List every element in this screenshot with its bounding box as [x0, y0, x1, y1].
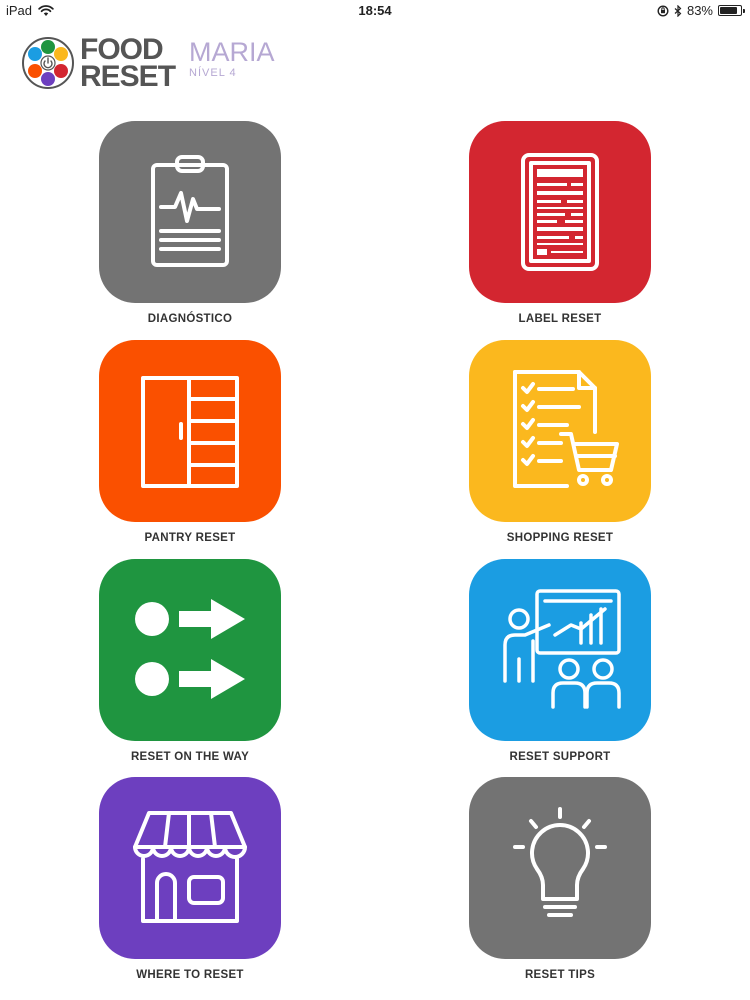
- food-reset-logo-icon: [22, 37, 74, 89]
- orientation-lock-icon: [657, 4, 669, 17]
- app-header: FOOD RESET MARIA NÍVEL 4: [22, 32, 275, 94]
- tile-diagnostico-icon-bg[interactable]: [99, 121, 281, 303]
- battery-percent: 83%: [686, 3, 713, 18]
- battery-fill: [720, 7, 737, 14]
- brand-line-2: RESET: [80, 60, 176, 93]
- clipboard-heartbeat-icon: [151, 155, 229, 267]
- tile-label: SHOPPING RESET: [506, 532, 614, 544]
- tile-label: RESET SUPPORT: [509, 751, 611, 763]
- user-level: NÍVEL 4: [189, 67, 237, 79]
- tile-where-to-reset[interactable]: WHERE TO RESET: [90, 777, 290, 981]
- tile-shopping-reset[interactable]: SHOPPING RESET: [460, 340, 660, 544]
- brand-line-1: FOOD: [80, 33, 164, 66]
- tile-reset-support[interactable]: RESET SUPPORT: [460, 559, 660, 763]
- tile-where-to-reset-icon-bg[interactable]: [99, 777, 281, 959]
- tile-reset-tips-icon-bg[interactable]: [469, 777, 651, 959]
- tile-reset-on-the-way-icon-bg[interactable]: [99, 559, 281, 741]
- tile-reset-support-icon-bg[interactable]: [469, 559, 651, 741]
- tile-label: RESET TIPS: [524, 969, 596, 981]
- tile-label: PANTRY RESET: [144, 532, 236, 544]
- brand-name: FOOD RESET: [80, 33, 176, 93]
- dots-arrows-icon: [135, 599, 245, 699]
- tile-label-reset-icon-bg[interactable]: [469, 121, 651, 303]
- user-name: MARIA: [189, 37, 275, 67]
- tile-pantry-reset-icon-bg[interactable]: [99, 340, 281, 522]
- battery-icon: [718, 5, 745, 16]
- tile-label: LABEL RESET: [518, 313, 602, 325]
- user-info: MARIA NÍVEL 4: [189, 38, 275, 79]
- tile-label: RESET ON THE WAY: [130, 751, 250, 763]
- tile-label-reset[interactable]: LABEL RESET: [460, 121, 660, 325]
- tile-label: DIAGNÓSTICO: [147, 313, 233, 325]
- presentation-audience-icon: [503, 589, 621, 709]
- tile-shopping-reset-icon-bg[interactable]: [469, 340, 651, 522]
- lightbulb-icon: [513, 807, 607, 917]
- storefront-icon: [133, 811, 247, 923]
- pantry-cabinet-icon: [141, 376, 239, 488]
- tile-reset-on-the-way[interactable]: RESET ON THE WAY: [90, 559, 290, 763]
- tile-reset-tips[interactable]: RESET TIPS: [460, 777, 660, 981]
- status-time: 18:54: [358, 3, 392, 18]
- status-bar: iPad 18:54 83%: [0, 0, 750, 22]
- shopping-list-cart-icon: [513, 370, 619, 488]
- tile-diagnostico[interactable]: DIAGNÓSTICO: [90, 121, 290, 325]
- tile-label: WHERE TO RESET: [136, 969, 244, 981]
- nutrition-label-icon: [521, 153, 599, 271]
- tile-pantry-reset[interactable]: PANTRY RESET: [90, 340, 290, 544]
- bluetooth-icon: [674, 4, 682, 17]
- status-right: 83%: [657, 3, 745, 18]
